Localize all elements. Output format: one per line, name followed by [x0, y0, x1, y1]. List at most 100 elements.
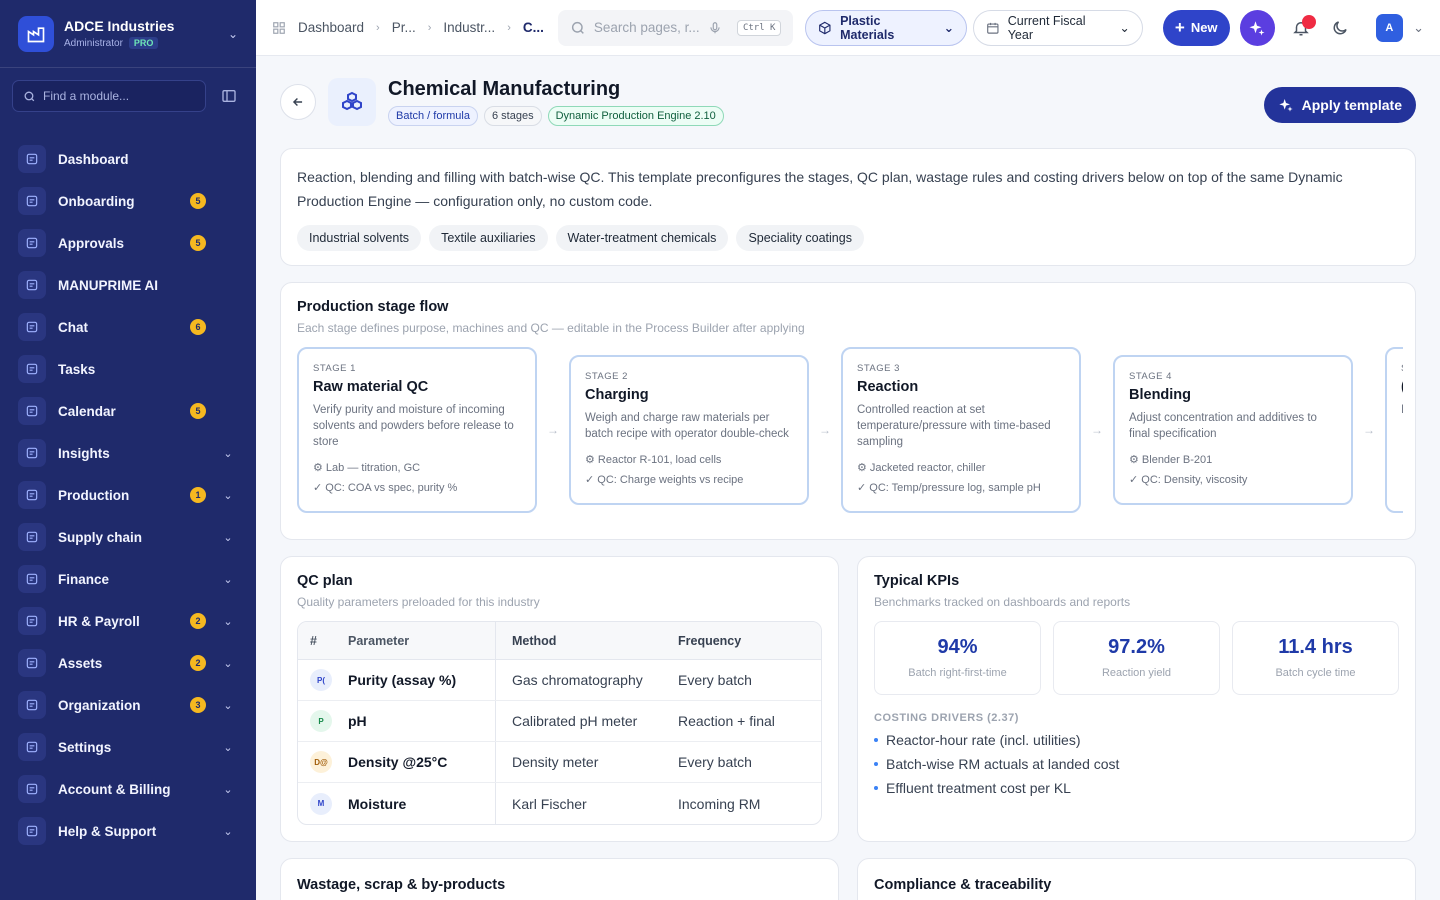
sidebar-item-label: Tasks: [58, 361, 96, 377]
search-icon: [571, 21, 584, 34]
grid-icon: [273, 21, 285, 34]
sidebar-item-calendar[interactable]: Calendar 5: [0, 390, 256, 432]
ai-assistant-button[interactable]: [1239, 9, 1275, 46]
stage-purpose: I: [1401, 402, 1403, 418]
count-badge: 5: [190, 235, 206, 251]
table-row[interactable]: P(Purity (assay %) Gas chromatography Ever…: [298, 660, 821, 701]
sidebar-item-production[interactable]: Production 1 ⌄: [0, 474, 256, 516]
stage-card[interactable]: STAGE 4 Blending Adjust concentration and …: [1113, 355, 1353, 505]
new-button[interactable]: + New: [1162, 9, 1230, 46]
bullet-icon: [874, 762, 878, 766]
process-type-tag: Batch / formula: [388, 106, 478, 126]
chevron-down-icon[interactable]: ⌄: [1413, 20, 1424, 36]
chevron-down-icon: ⌄: [223, 699, 233, 712]
sidebar-item-finance[interactable]: Finance ⌄: [0, 558, 256, 600]
theme-toggle-button[interactable]: [1326, 10, 1353, 46]
org-switcher[interactable]: ADCE Industries Administrator PRO ⌄: [0, 0, 256, 68]
back-button[interactable]: [280, 84, 316, 120]
sidebar-item-dashboard[interactable]: Dashboard: [0, 138, 256, 180]
apply-template-button[interactable]: Apply template: [1263, 87, 1416, 123]
building-icon: [18, 691, 46, 719]
shortcut-hint: Ctrl K: [736, 19, 782, 36]
collapse-sidebar-button[interactable]: [214, 81, 244, 111]
qc-table-header: # Parameter Method Frequency: [298, 622, 821, 660]
stage-card[interactable]: S (I: [1385, 347, 1403, 513]
parameter-cell: Moisture: [348, 783, 496, 824]
clipboard-check-icon: [18, 229, 46, 257]
table-row[interactable]: M Moisture Karl Fischer Incoming RM: [298, 783, 821, 824]
breadcrumb-dashboard[interactable]: Dashboard: [298, 20, 364, 35]
method-cell: Density meter: [512, 754, 599, 770]
method-cell: Karl Fischer: [512, 795, 587, 812]
sparkle-icon: [1278, 99, 1293, 112]
sidebar-item-assets[interactable]: Assets 2 ⌄: [0, 642, 256, 684]
period-select[interactable]: Current Fiscal Year ⌄: [973, 9, 1143, 46]
moon-icon: [1333, 20, 1347, 34]
module-search-input[interactable]: Find a module...: [12, 80, 206, 112]
user-icon: [18, 775, 46, 803]
breadcrumb-industry[interactable]: Industr...: [443, 20, 495, 35]
sidebar-item-settings[interactable]: Settings ⌄: [0, 726, 256, 768]
stage-name: (: [1401, 379, 1403, 395]
industry-chip: Speciality coatings: [736, 225, 864, 251]
stage-card[interactable]: STAGE 1 Raw material QC Verify purity and …: [297, 347, 537, 513]
sidebar-item-chat[interactable]: Chat 6: [0, 306, 256, 348]
stage-card[interactable]: STAGE 2 Charging Weigh and charge raw mate…: [569, 355, 809, 505]
parameter-avatar: D@: [310, 751, 332, 773]
column-header: Parameter: [348, 622, 496, 659]
kpi-card: Typical KPIs Benchmarks tracked on dashb…: [857, 556, 1416, 842]
stage-card[interactable]: STAGE 3 Reaction Controlled reaction at se…: [841, 347, 1081, 513]
global-search-input[interactable]: Search pages, r... Ctrl K: [557, 9, 794, 46]
breadcrumb-production[interactable]: Pr...: [392, 20, 416, 35]
sidebar-item-supply-chain[interactable]: Supply chain ⌄: [0, 516, 256, 558]
arrow-right-icon: →: [1091, 423, 1103, 437]
sidebar-toggle-icon: [222, 90, 236, 102]
kpi-label: Batch cycle time: [1275, 667, 1356, 679]
breadcrumb: Dashboard › Pr... › Industr... › C...: [272, 20, 544, 35]
sidebar-item-label: Production: [58, 487, 130, 503]
stage-qc: ✓ QC: Density, viscosity: [1129, 474, 1248, 486]
arrow-left-icon: [292, 98, 303, 106]
microphone-icon[interactable]: [708, 21, 722, 35]
method-cell: Gas chromatography: [512, 672, 643, 688]
costing-driver: Effluent treatment cost per KL: [874, 780, 1399, 796]
sidebar-item-label: Settings: [58, 739, 112, 755]
user-avatar[interactable]: A: [1375, 13, 1404, 42]
trend-icon: [18, 523, 46, 551]
notifications-button[interactable]: [1287, 10, 1317, 46]
sidebar-item-hr-payroll[interactable]: HR & Payroll 2 ⌄: [0, 600, 256, 642]
org-role: Administrator: [64, 37, 123, 49]
sidebar-item-account-billing[interactable]: Account & Billing ⌄: [0, 768, 256, 810]
kpi-label: Batch right-first-time: [908, 667, 1007, 679]
sidebar-item-manuprime-ai[interactable]: MANUPRIME AI: [0, 264, 256, 306]
sidebar-item-help-support[interactable]: Help & Support ⌄: [0, 810, 256, 852]
count-badge: 3: [190, 697, 206, 713]
table-row[interactable]: PpH Calibrated pH meter Reaction + final: [298, 701, 821, 742]
template-icon: [328, 78, 376, 126]
sidebar-item-approvals[interactable]: Approvals 5: [0, 222, 256, 264]
cube-icon: [819, 21, 831, 34]
tasks-icon: [18, 355, 46, 383]
new-button-label: New: [1190, 20, 1218, 35]
sidebar-item-organization[interactable]: Organization 3 ⌄: [0, 684, 256, 726]
qc-plan-subtitle: Quality parameters preloaded for this in…: [297, 595, 540, 609]
org-name: ADCE Industries: [64, 18, 175, 34]
sidebar-item-insights[interactable]: Insights ⌄: [0, 432, 256, 474]
module-search-placeholder: Find a module...: [43, 89, 130, 103]
sidebar-item-label: Chat: [58, 319, 88, 335]
sidebar-item-label: Calendar: [58, 403, 116, 419]
sidebar-item-onboarding[interactable]: Onboarding 5: [0, 180, 256, 222]
stage-machines: ⚙ Reactor R-101, load cells: [585, 454, 722, 466]
table-row[interactable]: D@ Density @25°C Density meter Every batch: [298, 742, 821, 783]
industry-chip: Industrial solvents: [297, 225, 422, 251]
breadcrumb-current: C...: [522, 20, 544, 35]
page-header: Chemical Manufacturing Batch / formula 6…: [280, 56, 1416, 148]
sidebar-item-tasks[interactable]: Tasks: [0, 348, 256, 390]
material-select[interactable]: Plastic Materials ⌄: [805, 9, 968, 46]
costing-driver: Batch-wise RM actuals at landed cost: [874, 756, 1399, 772]
wrench-icon: [18, 649, 46, 677]
stage-qc: ✓ QC: Charge weights vs recipe: [585, 474, 744, 486]
chevron-down-icon: ⌄: [223, 657, 233, 670]
breadcrumb-separator: ›: [507, 21, 511, 34]
book-icon: [18, 817, 46, 845]
